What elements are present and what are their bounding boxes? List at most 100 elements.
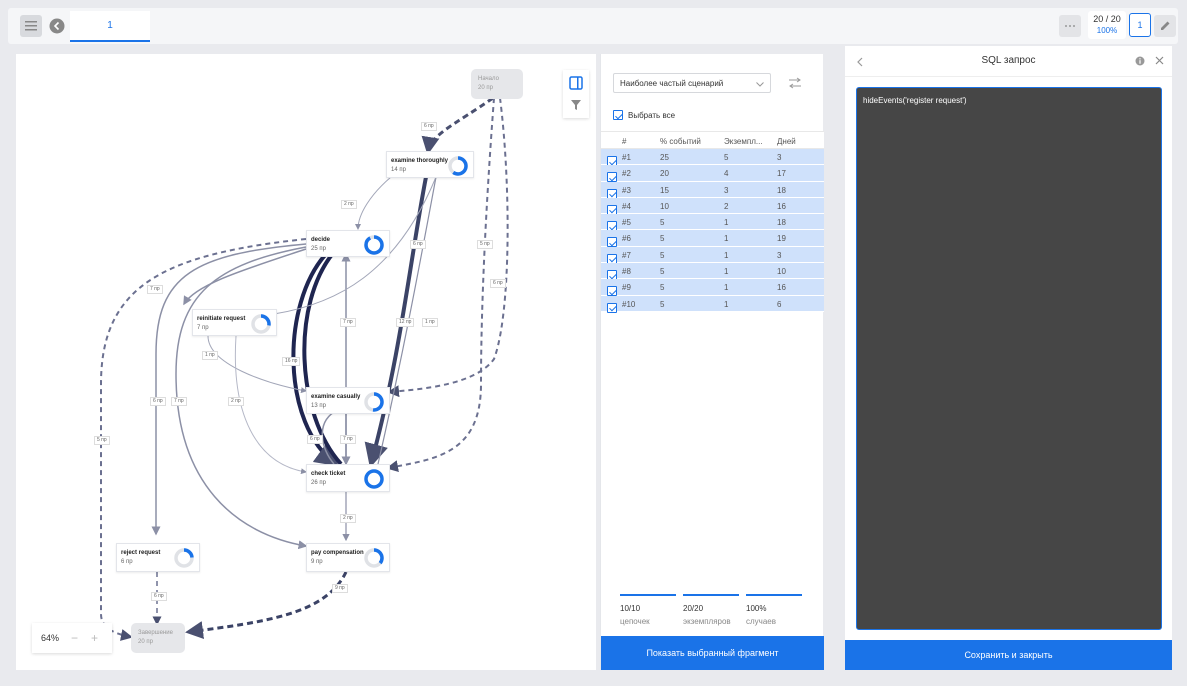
- tab-1[interactable]: 1: [70, 11, 150, 42]
- counter-percent: 100%: [1096, 26, 1118, 35]
- zoom-in-button[interactable]: +: [91, 631, 98, 645]
- row-checkbox[interactable]: [607, 302, 617, 313]
- header-events-pct[interactable]: % событий: [660, 137, 701, 146]
- node-pay-compensation[interactable]: pay compensation 9 пр: [306, 543, 390, 572]
- table-row[interactable]: #9 5 1 16: [601, 279, 824, 297]
- event-counter: 20 / 20 100%: [1088, 11, 1126, 39]
- select-all-checkbox[interactable]: [613, 110, 623, 120]
- edge-label: 7 пр: [147, 285, 163, 294]
- donut-icon: [448, 156, 468, 176]
- panel-title: SQL запрос: [981, 55, 1036, 66]
- back-button[interactable]: [46, 15, 68, 37]
- node-count: 20 пр: [478, 85, 493, 91]
- donut-icon: [251, 314, 271, 334]
- select-value: Наиболее частый сценарий: [620, 79, 724, 88]
- node-count: 6 пр: [121, 559, 133, 565]
- cell-num: #3: [622, 185, 631, 195]
- header-days[interactable]: Дней: [777, 137, 796, 146]
- edge-label: 12 пр: [396, 318, 415, 327]
- edge-label: 7 пр: [171, 397, 187, 406]
- back-arrow-icon: [49, 18, 65, 34]
- cell-instances: 1: [724, 267, 729, 277]
- more-icon: [1065, 25, 1075, 27]
- table-row[interactable]: #7 5 1 3: [601, 246, 824, 264]
- zoom-out-button[interactable]: −: [71, 631, 91, 645]
- node-examine-thoroughly[interactable]: examine thoroughly 14 пр: [386, 151, 474, 178]
- cell-instances: 2: [724, 201, 729, 211]
- table-row[interactable]: #5 5 1 18: [601, 214, 824, 232]
- sql-code: hideEvents('register request'): [863, 96, 967, 105]
- edge-label: 9 пр: [332, 584, 348, 593]
- node-start[interactable]: Начало 20 пр: [471, 69, 523, 99]
- donut-icon: [174, 548, 194, 568]
- save-close-button[interactable]: Сохранить и закрыть: [845, 640, 1172, 670]
- node-examine-casually[interactable]: examine casually 13 пр: [306, 387, 390, 414]
- node-check-ticket[interactable]: check ticket 26 пр: [306, 464, 390, 492]
- table-row[interactable]: #10 5 1 6: [601, 295, 824, 313]
- table-row[interactable]: #6 5 1 19: [601, 230, 824, 248]
- stat-chains: 10/10 цепочек: [620, 594, 676, 626]
- cell-num: #10: [622, 299, 636, 309]
- zoom-level: 64%: [41, 633, 60, 643]
- node-name: examine thoroughly: [391, 158, 449, 164]
- node-decide[interactable]: decide 25 пр: [306, 230, 390, 257]
- edge-label: 1 пр: [202, 351, 218, 360]
- chevron-down-icon: [756, 82, 764, 87]
- cell-instances: 1: [724, 218, 729, 228]
- cell-days: 3: [777, 153, 782, 162]
- show-fragment-button[interactable]: Показать выбранный фрагмент: [601, 636, 824, 670]
- cell-days: 16: [777, 201, 786, 211]
- donut-icon: [364, 235, 384, 255]
- process-map[interactable]: 6 пр 2 пр 6 пр 5 пр 6 пр 7 пр 7 пр 12 пр…: [16, 54, 596, 670]
- stat-instances: 20/20 экземпляров: [683, 594, 739, 626]
- scenario-stats: 10/10 цепочек 20/20 экземпляров 100% слу…: [601, 594, 824, 634]
- scenario-select[interactable]: Наиболее частый сценарий: [613, 73, 771, 93]
- edge-label: 7 пр: [340, 435, 356, 444]
- node-count: 20 пр: [138, 639, 153, 645]
- page-indicator[interactable]: 1: [1129, 13, 1151, 37]
- cell-events-pct: 25: [660, 153, 669, 162]
- select-all[interactable]: Выбрать все: [613, 110, 675, 120]
- panel-toggle-icon[interactable]: [569, 76, 583, 90]
- cell-days: 18: [777, 185, 786, 195]
- stat-label: экземпляров: [683, 617, 731, 626]
- cell-events-pct: 5: [660, 283, 665, 293]
- edge-label: 6 пр: [490, 279, 506, 288]
- info-icon[interactable]: [1135, 56, 1145, 66]
- sql-panel: SQL запрос hideEvents('register request'…: [845, 46, 1172, 670]
- edit-button[interactable]: [1154, 15, 1176, 37]
- edge-label: 6 пр: [421, 122, 437, 131]
- donut-icon: [364, 392, 384, 412]
- node-reject-request[interactable]: reject request 6 пр: [116, 543, 200, 572]
- menu-icon: [25, 21, 37, 31]
- table-row[interactable]: #1 25 5 3: [601, 149, 824, 166]
- table-row[interactable]: #8 5 1 10: [601, 263, 824, 281]
- edge-label: 6 пр: [151, 592, 167, 601]
- node-reinitiate-request[interactable]: reinitiate request 7 пр: [192, 309, 277, 336]
- node-name: reject request: [121, 550, 161, 556]
- node-end[interactable]: Завершение 20 пр: [131, 623, 185, 653]
- edge-label: 1 пр: [422, 318, 438, 327]
- edge-label: 2 пр: [340, 514, 356, 523]
- swap-icon[interactable]: [788, 77, 802, 89]
- stat-cases: 100% случаев: [746, 594, 802, 626]
- edge-label: 5 пр: [94, 436, 110, 445]
- edge-label: 2 пр: [228, 397, 244, 406]
- donut-icon: [364, 469, 384, 489]
- cell-days: 16: [777, 283, 786, 293]
- more-button[interactable]: [1059, 15, 1081, 37]
- table-row[interactable]: #4 10 2 16: [601, 197, 824, 215]
- edge-label: 6 пр: [410, 240, 426, 249]
- node-count: 7 пр: [197, 325, 209, 331]
- table-row[interactable]: #3 15 3 18: [601, 181, 824, 199]
- menu-button[interactable]: [20, 15, 42, 37]
- edge-label: 7 пр: [340, 318, 356, 327]
- cell-days: 3: [777, 250, 782, 260]
- stat-label: случаев: [746, 617, 776, 626]
- table-row[interactable]: #2 20 4 17: [601, 165, 824, 183]
- header-instances[interactable]: Экземпл...: [724, 137, 763, 146]
- close-icon[interactable]: [1155, 56, 1164, 65]
- filter-icon[interactable]: [570, 99, 582, 111]
- sql-editor[interactable]: hideEvents('register request'): [856, 87, 1162, 630]
- scenario-table: # % событий Экземпл... Дней #1 25 5 3 #2 20 4 1…: [601, 131, 824, 313]
